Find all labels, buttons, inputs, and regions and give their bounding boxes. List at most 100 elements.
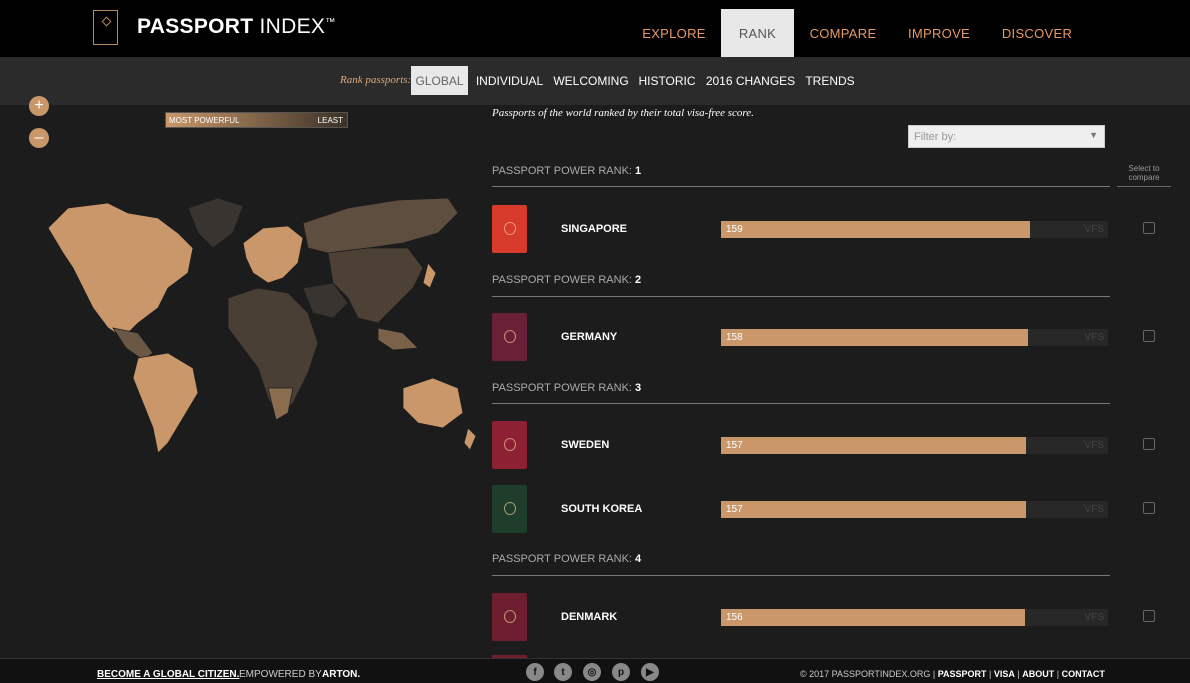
compare-checkbox[interactable] xyxy=(1143,222,1155,234)
ranking-intro: Passports of the world ranked by their t… xyxy=(492,107,754,119)
country-name: SWEDEN xyxy=(561,439,610,451)
filter-placeholder: Filter by: xyxy=(914,131,957,143)
legend-most-powerful: MOST POWERFUL xyxy=(169,116,240,125)
site-logo-text[interactable]: PASSPORT INDEX™ xyxy=(137,15,336,39)
facebook-icon[interactable]: f xyxy=(526,663,544,681)
rank-divider xyxy=(492,296,1110,297)
subnav-individual[interactable]: INDIVIDUAL xyxy=(476,66,543,95)
rank-group-header: PASSPORT POWER RANK: 2 xyxy=(492,274,641,286)
compare-checkbox[interactable] xyxy=(1143,330,1155,342)
legend-least: LEAST xyxy=(317,116,343,125)
arton-link[interactable]: ARTON. xyxy=(322,669,360,680)
become-global-citizen-link[interactable]: BECOME A GLOBAL CITIZEN. xyxy=(97,669,239,680)
score-bar: 158 VFS xyxy=(721,329,1108,346)
subnav-historic[interactable]: HISTORIC xyxy=(638,66,696,95)
rank-label: PASSPORT POWER RANK: xyxy=(492,382,632,394)
passport-cover-image xyxy=(492,485,527,533)
score-value: 156 xyxy=(726,612,743,623)
score-bar: 157 VFS xyxy=(721,437,1108,454)
zoom-in-button[interactable]: + xyxy=(29,96,49,116)
filter-dropdown[interactable]: Filter by: ▼ xyxy=(908,125,1105,148)
passport-cover-image xyxy=(492,205,527,253)
map-japan xyxy=(422,262,437,289)
passport-row[interactable]: SWEDEN 157 VFS xyxy=(492,421,1182,471)
zoom-out-button[interactable]: – xyxy=(29,128,49,148)
compare-checkbox[interactable] xyxy=(1143,438,1155,450)
rank-label: PASSPORT POWER RANK: xyxy=(492,274,632,286)
map-greenland xyxy=(187,197,244,249)
subnav-trends[interactable]: TRENDS xyxy=(804,66,856,95)
compare-checkbox[interactable] xyxy=(1143,502,1155,514)
map-southern-africa xyxy=(267,387,294,421)
chevron-down-icon: ▼ xyxy=(1089,130,1098,140)
rank-number: 3 xyxy=(635,382,642,394)
map-legend: MOST POWERFUL LEAST xyxy=(165,112,348,128)
logo-bold: PASSPORT xyxy=(137,15,254,38)
score-bar: 159 VFS xyxy=(721,221,1108,238)
country-name: SOUTH KOREA xyxy=(561,503,643,515)
compare-header-divider xyxy=(1117,186,1171,187)
pinterest-icon[interactable]: p xyxy=(612,663,630,681)
passport-row[interactable]: SINGAPORE 159 VFS xyxy=(492,205,1182,255)
rank-label: PASSPORT POWER RANK: xyxy=(492,553,632,565)
logo-light: INDEX xyxy=(253,15,326,38)
score-value: 158 xyxy=(726,332,743,343)
subnav-welcoming[interactable]: WELCOMING xyxy=(553,66,628,95)
rank-group-header: PASSPORT POWER RANK: 3 xyxy=(492,382,641,394)
nav-compare[interactable]: COMPARE xyxy=(806,9,880,57)
footer-link-about[interactable]: ABOUT xyxy=(1022,669,1054,679)
country-name: GERMANY xyxy=(561,331,618,343)
footer-links: © 2017 PASSPORTINDEX.ORG | PASSPORT | VI… xyxy=(800,669,1105,679)
passport-cover-image xyxy=(492,421,527,469)
footer-link-visa[interactable]: VISA xyxy=(994,669,1015,679)
compare-checkbox[interactable] xyxy=(1143,610,1155,622)
world-map[interactable] xyxy=(18,188,478,463)
rank-number: 1 xyxy=(635,165,642,177)
rank-divider xyxy=(492,575,1110,576)
empowered-by-label: EMPOWERED BY xyxy=(239,669,322,680)
score-value: 159 xyxy=(726,224,743,235)
subnav-global[interactable]: GLOBAL xyxy=(411,66,468,95)
passport-cover-image xyxy=(492,313,527,361)
passport-cover-image xyxy=(492,593,527,641)
passport-row[interactable]: SOUTH KOREA 157 VFS xyxy=(492,485,1182,535)
copyright-text: © 2017 PASSPORTINDEX.ORG xyxy=(800,669,931,679)
score-bar-fill xyxy=(721,221,1030,238)
subnav-2016-changes[interactable]: 2016 CHANGES xyxy=(706,66,795,95)
logo-tm: ™ xyxy=(325,17,336,28)
score-bar-fill xyxy=(721,609,1025,626)
rank-label: PASSPORT POWER RANK: xyxy=(492,165,632,177)
compare-column-header: Select to compare xyxy=(1128,164,1160,182)
passport-row[interactable]: GERMANY 158 VFS xyxy=(492,313,1182,363)
score-unit: VFS xyxy=(1084,612,1104,623)
score-bar-fill xyxy=(721,501,1026,518)
map-europe xyxy=(242,225,304,284)
passport-logo-icon[interactable] xyxy=(93,10,118,45)
score-bar: 156 VFS xyxy=(721,609,1108,626)
score-unit: VFS xyxy=(1084,504,1104,515)
score-value: 157 xyxy=(726,504,743,515)
nav-improve[interactable]: IMPROVE xyxy=(904,9,974,57)
instagram-icon[interactable]: ◎ xyxy=(583,663,601,681)
twitter-icon[interactable]: t xyxy=(554,663,572,681)
score-unit: VFS xyxy=(1084,440,1104,451)
rank-divider xyxy=(492,403,1110,404)
rank-group-header: PASSPORT POWER RANK: 1 xyxy=(492,165,641,177)
footer-link-contact[interactable]: CONTACT xyxy=(1062,669,1105,679)
rank-group-header: PASSPORT POWER RANK: 4 xyxy=(492,553,641,565)
map-central-america xyxy=(112,327,154,361)
score-bar-fill xyxy=(721,329,1028,346)
passport-row[interactable]: DENMARK 156 VFS xyxy=(492,593,1182,643)
map-new-zealand xyxy=(463,427,477,451)
score-unit: VFS xyxy=(1084,224,1104,235)
score-bar-fill xyxy=(721,437,1026,454)
map-north-america xyxy=(47,202,194,339)
nav-explore[interactable]: EXPLORE xyxy=(638,9,710,57)
map-southeast-asia xyxy=(377,327,419,351)
score-bar: 157 VFS xyxy=(721,501,1108,518)
score-unit: VFS xyxy=(1084,332,1104,343)
youtube-icon[interactable]: ▶ xyxy=(641,663,659,681)
footer-link-passport[interactable]: PASSPORT xyxy=(938,669,987,679)
nav-discover[interactable]: DISCOVER xyxy=(999,9,1075,57)
nav-rank[interactable]: RANK xyxy=(721,9,794,57)
